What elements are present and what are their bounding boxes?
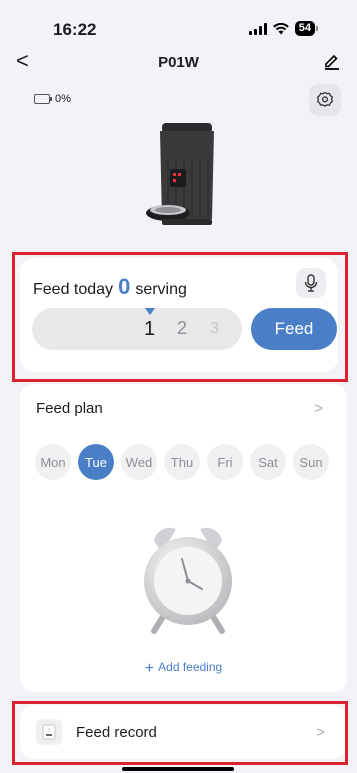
feed-record-chevron: > <box>316 724 325 741</box>
gear-icon <box>317 91 333 107</box>
picker-option[interactable]: 3 <box>210 320 219 338</box>
settings-button[interactable] <box>309 84 341 116</box>
day-sat[interactable]: Sat <box>250 444 286 480</box>
microphone-icon <box>304 274 318 292</box>
day-tue[interactable]: Tue <box>78 444 114 480</box>
alarm-clock-icon <box>144 527 232 634</box>
nav-bar: < P01W <box>0 48 357 76</box>
picker-option[interactable]: 4 <box>241 322 242 338</box>
picker-option[interactable]: 1 <box>144 318 155 341</box>
signal-icon <box>248 22 267 35</box>
feed-today-label: Feed today 0 serving <box>33 274 187 300</box>
feed-record-icon <box>36 719 62 745</box>
voice-button[interactable] <box>296 268 326 298</box>
feed-button[interactable]: Feed <box>251 308 337 350</box>
home-indicator <box>122 767 234 771</box>
status-icons: 54 <box>248 21 319 36</box>
status-time: 16:22 <box>53 20 97 39</box>
pet-feeder-image <box>146 123 214 225</box>
edit-icon[interactable] <box>323 52 341 70</box>
serving-picker[interactable]: 1 2 3 4 <box>32 308 242 350</box>
feed-plan-chevron[interactable]: > <box>314 400 323 417</box>
battery-outline-icon <box>34 94 52 104</box>
device-battery-percent: 0% <box>55 93 71 105</box>
wifi-icon <box>272 22 289 34</box>
status-bar: 16:22 54 <box>0 0 357 44</box>
day-selector: Mon Tue Wed Thu Fri Sat Sun <box>35 444 329 480</box>
day-sun[interactable]: Sun <box>293 444 329 480</box>
feed-plan-title: Feed plan <box>36 400 103 417</box>
picker-pointer-icon <box>145 308 155 315</box>
device-battery: 0% <box>34 93 71 105</box>
feed-today-text: Feed today <box>33 281 114 298</box>
battery-icon: 54 <box>294 21 319 36</box>
serving-unit: serving <box>135 281 187 298</box>
add-feeding-button[interactable]: + Add feeding <box>20 660 347 678</box>
add-feeding-label: Add feeding <box>158 660 223 674</box>
page-title: P01W <box>158 54 199 71</box>
picker-option[interactable]: 2 <box>177 318 187 339</box>
feed-record-card[interactable]: Feed record > <box>20 705 347 759</box>
serving-count: 0 <box>118 274 131 299</box>
day-thu[interactable]: Thu <box>164 444 200 480</box>
plus-icon: + <box>144 660 155 677</box>
day-fri[interactable]: Fri <box>207 444 243 480</box>
day-wed[interactable]: Wed <box>121 444 157 480</box>
feed-today-card: Feed today 0 serving 1 2 3 4 Feed <box>20 258 338 372</box>
feed-record-label: Feed record <box>76 724 157 741</box>
feed-plan-card: Feed plan > Mon Tue Wed Thu Fri Sat Sun … <box>20 384 347 692</box>
day-mon[interactable]: Mon <box>35 444 71 480</box>
